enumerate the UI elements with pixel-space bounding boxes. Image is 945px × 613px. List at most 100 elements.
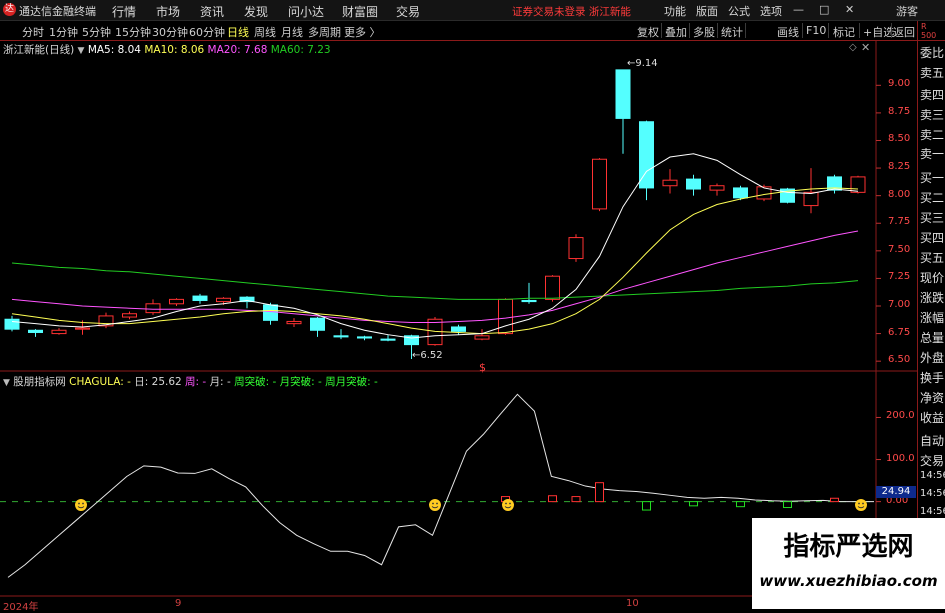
login-notice[interactable]: 证券交易未登录 浙江新能 <box>512 4 631 19</box>
indicator-title[interactable]: 股朋指标网 <box>13 376 66 388</box>
quote-panel-item[interactable]: 委比 <box>920 44 944 61</box>
candle <box>850 176 866 193</box>
month-break-legend: 月突破: - <box>279 376 322 388</box>
period-fenshi[interactable]: 分时 <box>22 24 44 40</box>
toolbar-divider <box>717 23 718 38</box>
menu-banmian[interactable]: 版面 <box>696 3 718 19</box>
quote-panel-item[interactable]: 14:56 <box>920 488 945 499</box>
candle <box>333 335 349 338</box>
app-title: 通达信金融终端 <box>19 5 96 18</box>
close-button[interactable]: ✕ <box>845 3 854 16</box>
quote-panel-item[interactable]: 自动 <box>920 432 944 449</box>
quote-panel-item[interactable]: 卖四 <box>920 86 944 103</box>
menu-xuanxiang[interactable]: 选项 <box>760 3 782 19</box>
menu-jiaoyi[interactable]: 交易 <box>396 3 420 20</box>
chevron-down-icon[interactable]: ▼ <box>3 378 10 388</box>
candle <box>28 329 43 333</box>
period-1min[interactable]: 1分钟 <box>49 24 78 40</box>
quote-panel-item[interactable]: 买二 <box>920 189 944 206</box>
tool-fuquan[interactable]: 复权 <box>637 24 659 40</box>
chart-title[interactable]: 浙江新能(日线) <box>3 44 74 56</box>
candle <box>404 335 419 346</box>
diamond-icon[interactable]: ◇ <box>849 42 857 53</box>
quote-panel-item[interactable]: 14:56 <box>920 506 945 517</box>
period-multi[interactable]: 多周期 <box>308 24 341 40</box>
quote-panel-item[interactable]: 涨跌 <box>920 289 944 306</box>
tool-f10[interactable]: F10 <box>806 24 826 37</box>
quote-panel-item[interactable]: 涨幅 <box>920 309 944 326</box>
menu-faxian[interactable]: 发现 <box>244 3 268 20</box>
chevron-down-icon[interactable]: ▼ <box>78 46 85 56</box>
quote-panel-item[interactable]: 外盘 <box>920 349 944 366</box>
quote-panel-item[interactable]: 净资 <box>920 389 944 406</box>
period-60min[interactable]: 60分钟 <box>189 24 225 40</box>
candle <box>451 326 466 332</box>
tool-add-watchlist[interactable]: +自选 <box>863 24 894 40</box>
tool-diejia[interactable]: 叠加 <box>665 24 687 40</box>
candle <box>592 158 607 210</box>
quote-panel-item[interactable]: 交易 <box>920 452 944 469</box>
watermark-banner: 指标严选网 www.xuezhibiao.com <box>752 518 945 609</box>
candle <box>216 297 231 303</box>
quote-panel-item[interactable]: 14:56 <box>920 470 945 481</box>
quote-panel-item[interactable]: 卖五 <box>920 64 944 81</box>
quote-panel-item[interactable]: 买一 <box>920 169 944 186</box>
sub-chart-legend: ▼ 股朋指标网 CHAGULA: - 日: 25.62 周: - 月: - 周突… <box>3 374 378 389</box>
candle <box>239 296 255 303</box>
tool-tongji[interactable]: 统计 <box>721 24 743 40</box>
menu-gongshi[interactable]: 公式 <box>728 3 750 19</box>
quote-panel-item[interactable]: 卖三 <box>920 106 944 123</box>
quote-panel-item[interactable]: 现价 <box>920 269 944 286</box>
menu-hangqing[interactable]: 行情 <box>112 3 136 20</box>
period-weekly[interactable]: 周线 <box>254 24 276 40</box>
indicator-bar <box>830 497 839 503</box>
week-legend: 周: - <box>185 376 207 388</box>
period-monthly[interactable]: 月线 <box>281 24 303 40</box>
quote-panel-item[interactable]: 收益 <box>920 409 944 426</box>
ma5-legend: MA5: 8.04 <box>87 44 141 56</box>
period-more[interactable]: 更多 〉 <box>344 24 381 40</box>
title-bar: 达 通达信金融终端 行情 市场 资讯 发现 问小达 财富圈 交易 证券交易未登录… <box>0 0 945 21</box>
toolbar-divider <box>689 23 690 38</box>
tool-biaoji[interactable]: 标记 <box>833 24 855 40</box>
quote-panel-item[interactable]: 卖一 <box>920 145 944 162</box>
candle <box>545 275 560 300</box>
close-icon[interactable]: ✕ <box>861 41 870 54</box>
indicator-bar <box>548 495 557 503</box>
tool-huaxian[interactable]: 画线 <box>777 24 799 40</box>
candle <box>192 295 208 301</box>
indicator-bar <box>689 501 698 507</box>
quote-panel-item[interactable]: 买四 <box>920 229 944 246</box>
toolbar-divider <box>802 23 803 38</box>
maximize-button[interactable]: □ <box>819 3 829 16</box>
x-label-10: 10 <box>626 598 639 609</box>
quote-panel-item[interactable]: 买三 <box>920 209 944 226</box>
tool-duogu[interactable]: 多股 <box>693 24 715 40</box>
guest-label[interactable]: 游客 <box>896 3 918 19</box>
tool-back[interactable]: 返回 <box>893 24 915 40</box>
period-30min[interactable]: 30分钟 <box>152 24 188 40</box>
candle <box>4 318 20 330</box>
indicator-bar <box>501 496 510 503</box>
period-15min[interactable]: 15分钟 <box>115 24 151 40</box>
main-y-tick-label: 8.75 <box>888 105 911 117</box>
period-5min[interactable]: 5分钟 <box>82 24 111 40</box>
ma60-line <box>11 262 859 300</box>
minimize-button[interactable]: — <box>793 3 804 16</box>
quote-panel-item[interactable]: 换手 <box>920 369 944 386</box>
candle <box>803 191 819 207</box>
indicator-bar <box>736 501 745 508</box>
week-break-legend: 周突破: - <box>234 376 277 388</box>
quote-panel-item[interactable]: 卖二 <box>920 126 944 143</box>
menu-zixun[interactable]: 资讯 <box>200 3 224 20</box>
menu-caifuquan[interactable]: 财富圈 <box>342 3 378 20</box>
quote-panel-item[interactable]: 总量 <box>920 329 944 346</box>
smiley-icon <box>855 498 867 511</box>
menu-gongneng[interactable]: 功能 <box>664 3 686 19</box>
ma10-line <box>11 187 859 335</box>
main-y-tick-label: 7.25 <box>888 271 911 283</box>
period-daily[interactable]: 日线 <box>227 24 249 40</box>
menu-wenxiaoda[interactable]: 问小达 <box>288 3 324 20</box>
menu-shichang[interactable]: 市场 <box>156 3 180 20</box>
quote-panel-item[interactable]: 买五 <box>920 249 944 266</box>
